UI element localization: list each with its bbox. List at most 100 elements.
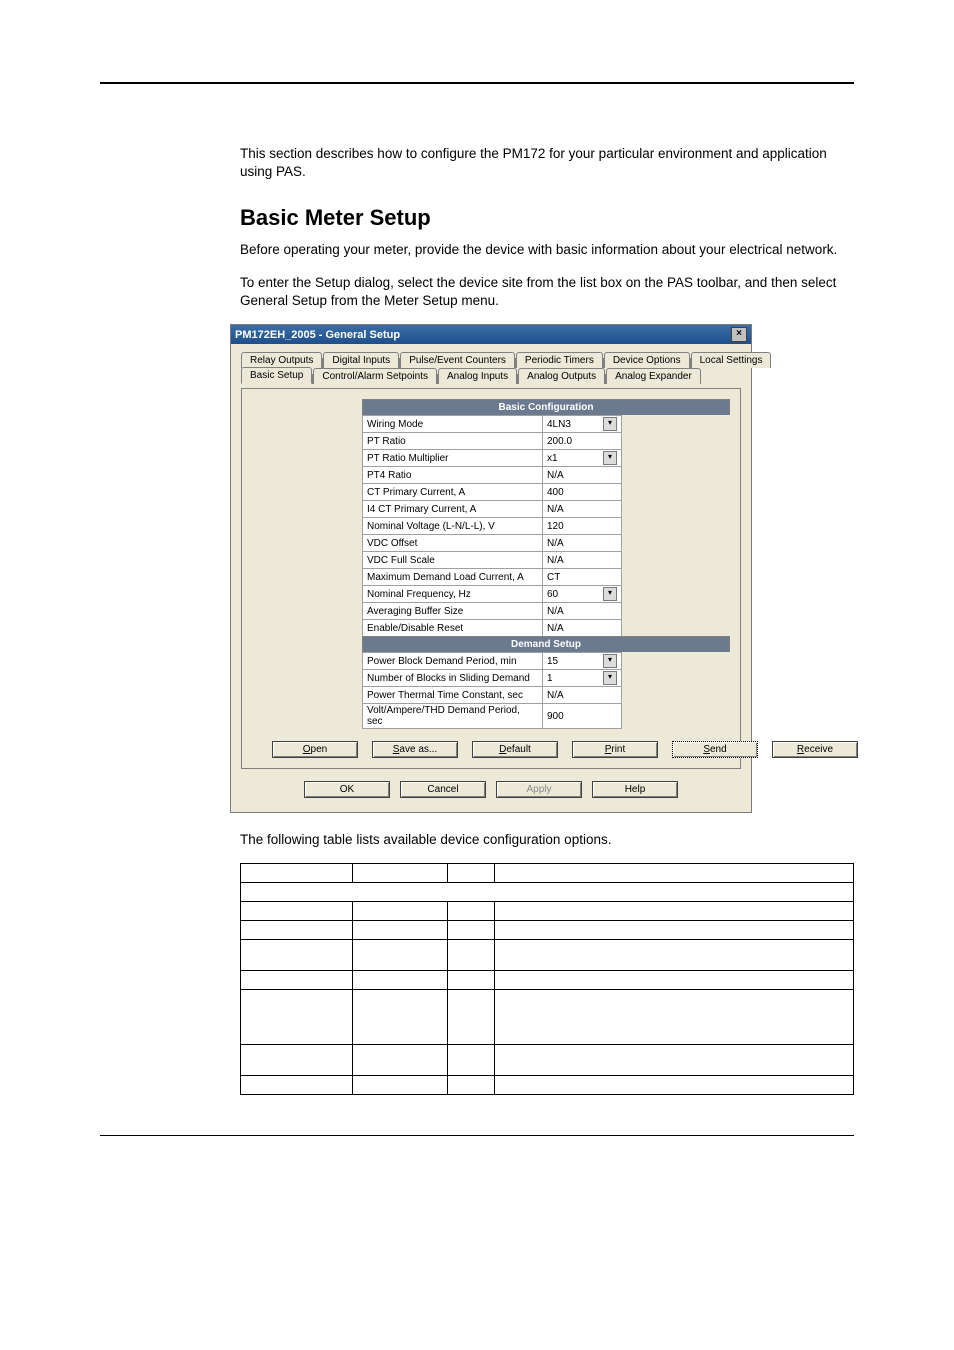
params-row: PT Ratio1.0-6500.01.0The phase potential… [241,921,854,940]
tabs-row-front: Basic SetupControl/Alarm SetpointsAnalog… [241,367,741,384]
tabs-row-back: Relay OutputsDigital InputsPulse/Event C… [241,352,741,368]
footer-left: Series PM172 Powermeters [100,1142,225,1153]
config-label: Enable/Disable Reset [363,620,543,637]
print-button[interactable]: Print [572,741,658,758]
config-label: Averaging Buffer Size [363,603,543,620]
config-row: PT4 RatioN/A [363,467,622,484]
config-label: PT4 Ratio [363,467,543,484]
chevron-down-icon[interactable]: ▾ [603,654,617,668]
config-value[interactable]: 900 [543,704,622,729]
tab-panel: Basic Configuration Wiring Mode4LN3▾PT R… [241,388,741,769]
config-row: Power Block Demand Period, min15▾ [363,653,622,670]
config-label: Number of Blocks in Sliding Demand [363,670,543,687]
header-right: Basic Meter Setup [764,40,854,52]
basic-config-table: Wiring Mode4LN3▾PT Ratio200.0PT Ratio Mu… [362,415,622,637]
para2: To enter the Setup dialog, select the de… [240,274,854,310]
chevron-down-icon[interactable]: ▾ [603,671,617,685]
params-row: Nominal Frequency50, 60 Hz50 HzThe nomin… [241,1076,854,1095]
demand-setup-table: Power Block Demand Period, min15▾Number … [362,652,622,729]
chevron-down-icon[interactable]: ▾ [603,451,617,465]
config-value[interactable]: N/A [543,620,622,637]
chevron-down-icon[interactable]: ▾ [603,587,617,601]
config-row: Wiring Mode4LN3▾ [363,416,622,433]
dialog-title: PM172EH_2005 - General Setup [235,329,400,341]
config-label: Nominal Voltage (L-N/L-L), V [363,518,543,535]
chevron-down-icon[interactable]: ▾ [603,417,617,431]
config-label: I4 CT Primary Current, A [363,501,543,518]
config-value[interactable]: N/A [543,603,622,620]
config-row: I4 CT Primary Current, AN/A [363,501,622,518]
params-col-description: Description [495,864,854,883]
config-value[interactable]: 15▾ [543,653,622,670]
ok-button[interactable]: OK [304,781,390,798]
save-as--button[interactable]: Save as... [372,741,458,758]
params-row: Wiring modeSee Table below4LN3The wiring… [241,902,854,921]
config-row: Power Thermal Time Constant, secN/A [363,687,622,704]
config-label: PT Ratio Multiplier [363,450,543,467]
dialog-buttons-row1: OpenSave as...DefaultPrintSendReceive [252,741,730,758]
tab-device-options[interactable]: Device Options [604,352,690,368]
config-value[interactable]: N/A [543,687,622,704]
tab-digital-inputs[interactable]: Digital Inputs [323,352,399,368]
config-row: VDC OffsetN/A [363,535,622,552]
config-label: Wiring Mode [363,416,543,433]
para1: Before operating your meter, provide the… [240,241,854,259]
receive-button[interactable]: Receive [772,741,858,758]
config-value[interactable]: 400 [543,484,622,501]
help-button[interactable]: Help [592,781,678,798]
tab-analog-outputs[interactable]: Analog Outputs [518,368,605,384]
header-rule [100,82,854,84]
cancel-button[interactable]: Cancel [400,781,486,798]
config-value[interactable]: x1▾ [543,450,622,467]
section-title: Basic Meter Setup [240,205,854,231]
tab-pulse-event-counters[interactable]: Pulse/Event Counters [400,352,515,368]
default-button[interactable]: Default [472,741,558,758]
config-row: Enable/Disable ResetN/A [363,620,622,637]
config-value[interactable]: N/A [543,501,622,518]
config-row: Number of Blocks in Sliding Demand1▾ [363,670,622,687]
config-row: Averaging Buffer SizeN/A [363,603,622,620]
header-left: Chapter 5 Configuring the PM172 [100,40,264,52]
config-label: Maximum Demand Load Current, A [363,569,543,586]
config-label: Nominal Frequency, Hz [363,586,543,603]
config-value[interactable]: 60▾ [543,586,622,603]
config-value[interactable]: N/A [543,552,622,569]
config-value[interactable]: N/A [543,467,622,484]
config-label: PT Ratio [363,433,543,450]
tab-periodic-timers[interactable]: Periodic Timers [516,352,603,368]
open-button[interactable]: Open [272,741,358,758]
params-row: PT Ratio multiplier×1, ×10×1PT Ratio mul… [241,940,854,971]
config-row: PT Ratio Multiplierx1▾ [363,450,622,467]
general-setup-dialog: PM172EH_2005 - General Setup × Relay Out… [230,324,752,813]
intro-para: This section describes how to configure … [240,145,854,181]
config-label: Volt/Ampere/THD Demand Period, sec [363,704,543,729]
params-row: Nominal voltage120 or 400 V (120 V input… [241,990,854,1045]
params-header-row: ParameterOptionsDefaultDescription [241,864,854,883]
close-icon[interactable]: × [731,327,747,342]
tab-basic-setup[interactable]: Basic Setup [241,367,312,384]
tab-control-alarm-setpoints[interactable]: Control/Alarm Setpoints [313,368,437,384]
config-row: Nominal Voltage (L-N/L-L), V120 [363,518,622,535]
params-table: ParameterOptionsDefaultDescription Basic… [240,863,854,1095]
tab-local-settings[interactable]: Local Settings [691,352,772,368]
params-row: CT Primary current1-50000 A5 AThe primar… [241,971,854,990]
config-value[interactable]: N/A [543,535,622,552]
config-value[interactable]: 120 [543,518,622,535]
params-section-row: Basic Configuration [241,883,854,902]
tab-relay-outputs[interactable]: Relay Outputs [241,352,322,368]
tab-analog-expander[interactable]: Analog Expander [606,368,701,384]
config-value[interactable]: CT [543,569,622,586]
demand-setup-header: Demand Setup [362,636,730,652]
config-value[interactable]: 1▾ [543,670,622,687]
config-row: CT Primary Current, A400 [363,484,622,501]
config-row: Maximum Demand Load Current, ACT [363,569,622,586]
config-label: Power Thermal Time Constant, sec [363,687,543,704]
send-button[interactable]: Send [672,741,758,758]
params-row: Maximum demand load current0-50000 A0 (=… [241,1045,854,1076]
config-value[interactable]: 200.0 [543,433,622,450]
footer-right: 61 [843,1142,854,1153]
config-label: VDC Offset [363,535,543,552]
tab-analog-inputs[interactable]: Analog Inputs [438,368,517,384]
config-value[interactable]: 4LN3▾ [543,416,622,433]
dialog-buttons-row2: OKCancelApplyHelp [241,781,741,802]
